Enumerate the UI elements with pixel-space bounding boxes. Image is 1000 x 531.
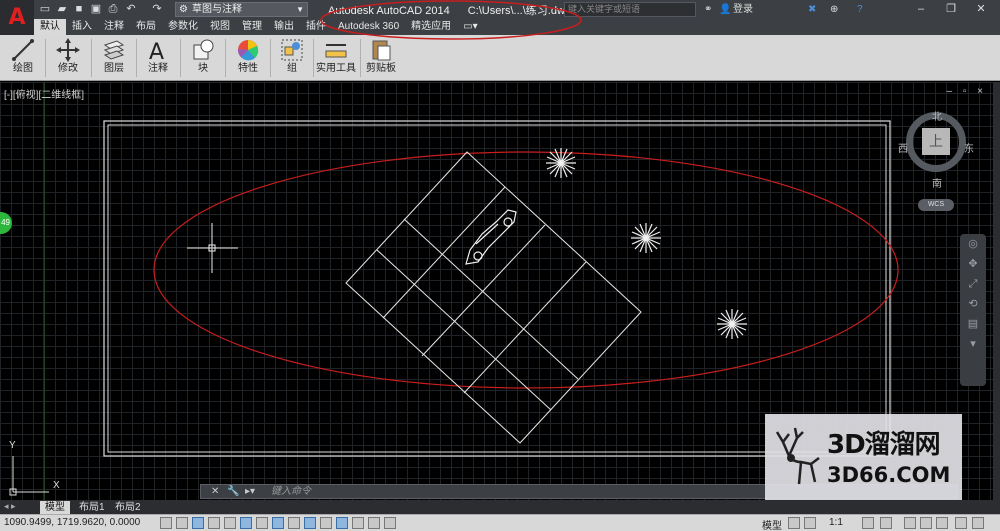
ortho-mode-icon[interactable]: [208, 517, 220, 529]
auto-scale-icon[interactable]: [880, 517, 892, 529]
layers-label: 图层: [104, 63, 124, 74]
watermark: 3D溜溜网 3D66.COM: [765, 414, 962, 500]
model-space-toggle[interactable]: 模型: [762, 517, 782, 531]
steering-wheel-icon[interactable]: ◎: [960, 234, 986, 254]
compass-west[interactable]: 西: [898, 140, 908, 155]
clean-screen-icon[interactable]: [972, 517, 984, 529]
orbit-icon[interactable]: ⟲: [960, 294, 986, 314]
highlight-annotation: [320, 0, 582, 40]
ucs-icon: [9, 456, 49, 496]
groups-label: 组: [287, 63, 297, 74]
annotation-monitor-icon[interactable]: [384, 517, 396, 529]
viewport-window-controls[interactable]: – ▫ ×: [946, 86, 987, 97]
wcs-menu[interactable]: WCS: [918, 199, 954, 211]
lineweight-icon[interactable]: [320, 517, 332, 529]
quick-view-drawings-icon[interactable]: [804, 517, 816, 529]
vertical-scrollbar[interactable]: [993, 82, 1000, 500]
command-input[interactable]: 键入命令: [271, 485, 311, 498]
grid-line: [463, 261, 587, 394]
object-snap-icon[interactable]: [240, 517, 252, 529]
pan-icon[interactable]: ✥: [960, 254, 986, 274]
deer-logo-icon: [775, 427, 820, 485]
showmotion-icon[interactable]: ▤: [960, 314, 986, 334]
zoom-extents-icon[interactable]: ⤢: [960, 274, 986, 294]
compass-east[interactable]: 东: [964, 140, 974, 155]
dynamic-input-icon[interactable]: [304, 517, 316, 529]
ucs-x-label: X: [53, 480, 60, 491]
selection-cycling-icon[interactable]: [368, 517, 380, 529]
tree-block: [631, 223, 661, 253]
workspace-switching-icon[interactable]: [904, 517, 916, 529]
status-bar: 1090.9499, 1719.9620, 0.0000 模型 1:1: [0, 514, 1000, 531]
annotation-scale[interactable]: 1:1: [829, 517, 843, 528]
wrench-icon[interactable]: 🔧: [227, 485, 239, 498]
isolate-objects-icon[interactable]: [955, 517, 967, 529]
compass-north[interactable]: 北: [932, 108, 942, 123]
tab-model[interactable]: 模型: [40, 501, 70, 514]
grid-display-icon[interactable]: [192, 517, 204, 529]
tab-scroll-icon[interactable]: ◂ ▸: [4, 501, 16, 512]
watermark-domain: 3D66.COM: [827, 463, 951, 487]
viewcube-top-face[interactable]: 上: [922, 128, 950, 155]
draw-label: 绘图: [13, 63, 33, 74]
rotated-grid: [345, 151, 642, 444]
navigation-bar: ◎ ✥ ⤢ ⟲ ▤ ▾: [960, 234, 986, 386]
clipboard-label: 剪贴板: [366, 63, 396, 74]
command-prompt-icon[interactable]: ▸▾: [245, 485, 255, 498]
red-ellipse: [153, 151, 899, 389]
grid-line: [421, 224, 546, 357]
dynamic-ucs-icon[interactable]: [288, 517, 300, 529]
transparency-icon[interactable]: [336, 517, 348, 529]
navbar-menu-icon[interactable]: ▾: [960, 334, 986, 354]
quick-properties-icon[interactable]: [352, 517, 364, 529]
block-label: 块: [198, 63, 208, 74]
grid-line: [382, 186, 506, 319]
viewport-controls-label[interactable]: [-][俯视][二维线框]: [4, 86, 84, 101]
annotation-label: 注释: [148, 63, 168, 74]
viewcube[interactable]: 上 北 南 东 西: [898, 108, 974, 190]
tree-block: [546, 148, 576, 178]
object-snap-tracking-icon[interactable]: [272, 517, 284, 529]
lock-ui-icon[interactable]: [920, 517, 932, 529]
snap-mode-icon[interactable]: [176, 517, 188, 529]
hardware-acceleration-icon[interactable]: [936, 517, 948, 529]
outer-frame: [103, 120, 891, 457]
car-block: [465, 209, 517, 265]
modify-label: 修改: [58, 63, 78, 74]
layout-tabs: ◂ ▸ 模型 布局1 布局2: [0, 500, 1000, 514]
tab-layout2[interactable]: 布局2: [110, 501, 146, 514]
tree-block: [717, 309, 747, 339]
utilities-label: 实用工具: [316, 63, 356, 74]
compass-south[interactable]: 南: [932, 175, 942, 190]
polar-tracking-icon[interactable]: [224, 517, 236, 529]
infer-constraints-icon[interactable]: [160, 517, 172, 529]
crosshair-cursor: [187, 223, 238, 273]
autocad-window: A ▭ ▰ ■ ▣ ⎙ ↶ ↷ ⚙ 草图与注释 ▼ Autodesk AutoC…: [0, 0, 1000, 531]
quick-view-layouts-icon[interactable]: [788, 517, 800, 529]
cursor-coordinates[interactable]: 1090.9499, 1719.9620, 0.0000: [4, 517, 140, 528]
properties-label: 特性: [238, 63, 258, 74]
annotation-visibility-icon[interactable]: [862, 517, 874, 529]
tab-layout1[interactable]: 布局1: [74, 501, 110, 514]
inner-frame: [107, 124, 887, 453]
close-icon[interactable]: ✕: [211, 485, 219, 498]
grid-outline: [345, 151, 642, 444]
ucs-y-label: Y: [9, 440, 16, 451]
watermark-brand: 3D溜溜网: [827, 430, 941, 460]
3d-object-snap-icon[interactable]: [256, 517, 268, 529]
